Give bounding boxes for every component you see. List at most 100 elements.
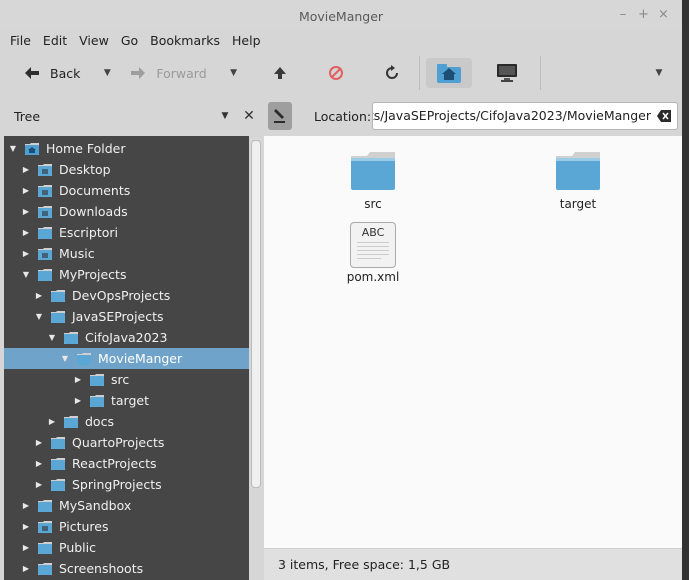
location-label: Location: (314, 108, 372, 124)
close-sidebar-button[interactable]: ✕ (238, 108, 260, 124)
home-button[interactable] (425, 58, 472, 88)
tree-item-label: CifoJava2023 (85, 330, 168, 345)
sidebar-mode-dropdown[interactable]: ▼ (212, 111, 238, 121)
location-input[interactable]: jects/JavaSEProjects/CifoJava2023/MovieM… (372, 102, 678, 130)
back-button[interactable]: Back (24, 58, 80, 88)
collapsed-arrow-icon[interactable]: ▶ (21, 228, 31, 238)
reload-button[interactable] (371, 58, 413, 88)
collapsed-arrow-icon[interactable]: ▶ (21, 501, 31, 511)
file-item[interactable]: target (538, 150, 618, 211)
tree-scrollbar-thumb[interactable] (251, 140, 261, 488)
tree-item-label: MovieManger (98, 351, 183, 366)
tree-item[interactable]: ▼ MyProjects (4, 264, 249, 285)
pencil-icon (274, 109, 285, 123)
expanded-arrow-icon[interactable]: ▼ (21, 270, 31, 280)
folder-icon (37, 268, 53, 282)
clear-location-icon[interactable] (657, 110, 671, 122)
tree-item[interactable]: ▶ docs (4, 411, 249, 432)
menu-bookmarks[interactable]: Bookmarks (144, 33, 226, 48)
minimize-button[interactable]: – (618, 7, 628, 22)
folder-icon (50, 478, 66, 492)
tree-item[interactable]: ▶ target (4, 390, 249, 411)
tree-scrollbar[interactable] (249, 136, 261, 580)
folder-icon (89, 373, 105, 387)
file-view: src target ABC pom.xml (264, 136, 682, 548)
expanded-arrow-icon[interactable]: ▼ (60, 354, 70, 364)
expanded-arrow-icon[interactable]: ▼ (47, 333, 57, 343)
stop-button[interactable] (315, 58, 357, 88)
go-up-button[interactable] (259, 58, 301, 88)
tree-item[interactable]: ▶ Downloads (4, 201, 249, 222)
tree-item[interactable]: ▼ CifoJava2023 (4, 327, 249, 348)
file-manager-window: MovieManger – + × File Edit View Go Book… (0, 0, 682, 580)
tree-item[interactable]: ▶ Public (4, 537, 249, 558)
collapsed-arrow-icon[interactable]: ▶ (21, 165, 31, 175)
collapsed-arrow-icon[interactable]: ▶ (21, 249, 31, 259)
collapsed-arrow-icon[interactable]: ▶ (47, 417, 57, 427)
file-item[interactable]: src (333, 150, 413, 211)
computer-button[interactable] (486, 58, 528, 88)
back-history-dropdown[interactable]: ▼ (94, 68, 120, 78)
go-up-icon (273, 67, 286, 79)
collapsed-arrow-icon[interactable]: ▶ (73, 375, 83, 385)
tree-item[interactable]: ▶ Screenshoots (4, 558, 249, 579)
title-bar[interactable]: MovieManger – + × (0, 0, 682, 30)
menu-edit[interactable]: Edit (37, 33, 73, 48)
maximize-button[interactable]: + (638, 7, 649, 22)
expanded-arrow-icon[interactable]: ▼ (34, 312, 44, 322)
menu-file[interactable]: File (4, 33, 37, 48)
tree-item-label: docs (85, 414, 114, 429)
tree-item-label: SpringProjects (72, 477, 162, 492)
computer-icon (496, 64, 517, 82)
collapsed-arrow-icon[interactable]: ▶ (21, 186, 31, 196)
forward-history-dropdown[interactable]: ▼ (221, 68, 247, 78)
folder-icon (37, 541, 53, 555)
tree-item[interactable]: ▶ Desktop (4, 159, 249, 180)
close-button[interactable]: × (658, 7, 669, 22)
toolbar-separator (418, 56, 420, 90)
collapsed-arrow-icon[interactable]: ▶ (34, 438, 44, 448)
file-name: target (559, 197, 597, 211)
menu-go[interactable]: Go (115, 33, 144, 48)
text-file-icon: ABC (350, 222, 396, 268)
collapsed-arrow-icon[interactable]: ▶ (21, 564, 31, 574)
tree-item[interactable]: ▶ src (4, 369, 249, 390)
menu-view[interactable]: View (73, 33, 115, 48)
collapsed-arrow-icon[interactable]: ▶ (34, 480, 44, 490)
collapsed-arrow-icon[interactable]: ▶ (73, 396, 83, 406)
toolbar-separator-2 (539, 56, 541, 90)
collapsed-arrow-icon[interactable]: ▶ (21, 207, 31, 217)
tree-item[interactable]: ▼ Home Folder (4, 138, 249, 159)
home-icon (436, 64, 461, 83)
window-title: MovieManger (298, 9, 384, 24)
tree-item-label: Escriptori (59, 225, 118, 240)
tree-item[interactable]: ▶ SpringProjects (4, 474, 249, 495)
toggle-location-button[interactable] (268, 102, 292, 130)
tree-item-label: Desktop (59, 162, 111, 177)
tree-item[interactable]: ▼ MovieManger (4, 348, 249, 369)
tree-item[interactable]: ▼ JavaSEProjects (4, 306, 249, 327)
tree-item-label: JavaSEProjects (72, 309, 164, 324)
tree-item[interactable]: ▶ Music (4, 243, 249, 264)
tree-item-label: Documents (59, 183, 131, 198)
tree-item[interactable]: ▶ QuartoProjects (4, 432, 249, 453)
tree-item[interactable]: ▶ DevOpsProjects (4, 285, 249, 306)
collapsed-arrow-icon[interactable]: ▶ (21, 543, 31, 553)
forward-button[interactable]: Forward (130, 58, 207, 88)
collapsed-arrow-icon[interactable]: ▶ (21, 522, 31, 532)
tree-item[interactable]: ▶ Pictures (4, 516, 249, 537)
folder-icon (556, 152, 600, 190)
folder-icon (50, 436, 66, 450)
file-item[interactable]: ABC pom.xml (333, 222, 413, 284)
toolbar-overflow-dropdown[interactable]: ▼ (646, 68, 672, 78)
tree-item[interactable]: ▶ Escriptori (4, 222, 249, 243)
tree-item[interactable]: ▶ Documents (4, 180, 249, 201)
menu-help[interactable]: Help (226, 33, 267, 48)
status-text: 3 items, Free space: 1,5 GB (278, 557, 451, 572)
tree-item[interactable]: ▶ MySandbox (4, 495, 249, 516)
tree-item[interactable]: ▶ ReactProjects (4, 453, 249, 474)
collapsed-arrow-icon[interactable]: ▶ (34, 291, 44, 301)
tree-item-label: Screenshoots (59, 561, 144, 576)
expanded-arrow-icon[interactable]: ▼ (8, 144, 18, 154)
collapsed-arrow-icon[interactable]: ▶ (34, 459, 44, 469)
